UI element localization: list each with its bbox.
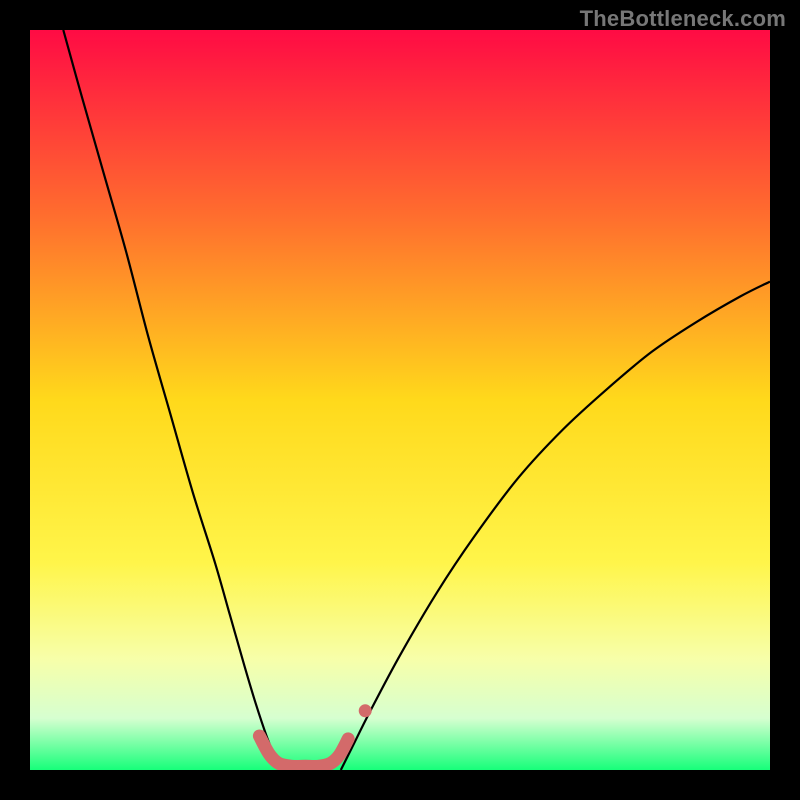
chart-plot	[30, 30, 770, 770]
chart-background	[30, 30, 770, 770]
watermark-text: TheBottleneck.com	[580, 6, 786, 32]
chart-frame: TheBottleneck.com	[0, 0, 800, 800]
chart-svg	[30, 30, 770, 770]
